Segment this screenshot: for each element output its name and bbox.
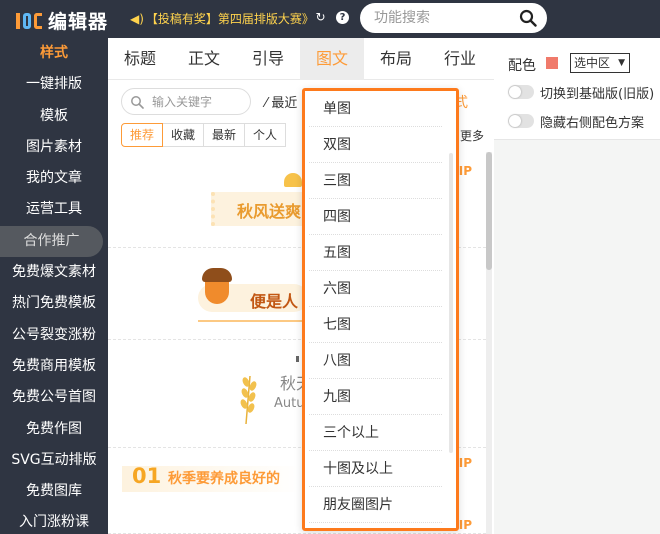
search-icon xyxy=(131,96,144,109)
color-scope-value: 选中区 xyxy=(574,56,611,70)
image-text-dropdown: 单图 双图 三图 四图 五图 六图 七图 八图 九图 三个以上 十图及以上 朋友… xyxy=(302,88,459,531)
menu-item-moments-images[interactable]: 朋友圈图片 xyxy=(309,487,442,523)
filter-latest[interactable]: 最新 xyxy=(203,123,246,147)
sidebar-item-follower-growth[interactable]: 公号裂变涨粉 xyxy=(0,320,108,351)
sidebar-item-style[interactable]: 样式 xyxy=(0,38,108,69)
filter-personal[interactable]: 个人 xyxy=(244,123,287,147)
menu-item-ten-plus-images[interactable]: 十图及以上 xyxy=(309,451,442,487)
tab-layout[interactable]: 布局 xyxy=(364,38,428,80)
menu-item-five-images[interactable]: 五图 xyxy=(309,235,442,271)
category-tabs: 标题 正文 引导 图文 布局 行业 xyxy=(108,38,494,80)
template-title: 便是人 xyxy=(250,292,299,311)
refresh-icon[interactable]: ↻ xyxy=(314,11,327,24)
filter-tabs: 推荐 收藏 最新 个人 xyxy=(121,123,287,147)
dropdown-scrollbar[interactable] xyxy=(449,153,453,453)
tab-industry[interactable]: 行业 xyxy=(428,38,492,80)
menu-item-single-image[interactable]: 单图 xyxy=(309,91,442,127)
sidebar-item-hot-free-templates[interactable]: 热门免费模板 xyxy=(0,288,108,319)
sidebar-item-free-design[interactable]: 免费作图 xyxy=(0,414,108,445)
announcement-text: 【投稿有奖】第四届排版大赛》 xyxy=(145,12,314,26)
top-header: 编辑器 ◀) 【投稿有奖】第四届排版大赛》 ↻ ? xyxy=(0,0,660,38)
color-swatch[interactable] xyxy=(546,57,558,69)
function-search-input[interactable] xyxy=(374,9,514,27)
menu-item-eight-images[interactable]: 八图 xyxy=(309,343,442,379)
template-title: 秋风送爽 xyxy=(237,202,302,221)
magic-wand-icon: ⁄ xyxy=(265,96,268,111)
acorn-cap-icon xyxy=(202,268,232,282)
menu-item-more-than-three[interactable]: 三个以上 xyxy=(309,415,442,451)
sidebar-item-free-commercial-templates[interactable]: 免费商用模板 xyxy=(0,351,108,382)
toggle-switch[interactable] xyxy=(508,114,534,128)
help-icon[interactable]: ? xyxy=(336,11,349,24)
chevron-down-icon: ▼ xyxy=(618,58,625,68)
sidebar-item-free-viral-assets[interactable]: 免费爆文素材 xyxy=(0,257,108,288)
tab-image-text[interactable]: 图文 xyxy=(300,38,364,80)
recent-button[interactable]: ⁄ 最近 xyxy=(265,92,297,111)
template-divider xyxy=(198,320,308,322)
color-scope-select[interactable]: 选中区 ▼ xyxy=(570,53,630,73)
keyword-search xyxy=(121,88,251,115)
keyword-search-input[interactable] xyxy=(152,93,244,111)
tab-body[interactable]: 正文 xyxy=(172,38,236,80)
sidebar-item-image-assets[interactable]: 图片素材 xyxy=(0,132,108,163)
logo-icon xyxy=(14,10,44,32)
sidebar-item-ops-tools[interactable]: 运营工具 xyxy=(0,194,108,225)
recent-label: 最近 xyxy=(271,96,298,111)
menu-item-seven-images[interactable]: 七图 xyxy=(309,307,442,343)
sidebar-item-templates[interactable]: 模板 xyxy=(0,101,108,132)
template-title: 秋季要养成良好的 xyxy=(168,471,280,487)
speaker-icon: ◀) xyxy=(130,11,144,26)
toggle-basic-version-row[interactable]: 切换到基础版(旧版) xyxy=(508,82,654,102)
left-sidebar: 样式 一键排版 模板 图片素材 我的文章 运营工具 合作推广 免费爆文素材 热门… xyxy=(0,38,108,534)
color-settings: 配色 选中区 ▼ 切换到基础版(旧版) 隐藏右侧配色方案 xyxy=(494,38,660,140)
sidebar-item-free-cover-images[interactable]: 免费公号首图 xyxy=(0,382,108,413)
tab-title[interactable]: 标题 xyxy=(108,38,172,80)
panel-scroll-thumb[interactable] xyxy=(486,152,492,270)
menu-item-four-images[interactable]: 四图 xyxy=(309,199,442,235)
menu-item-two-images[interactable]: 双图 xyxy=(309,127,442,163)
decor-mark xyxy=(296,356,299,362)
search-icon[interactable] xyxy=(519,9,537,27)
sidebar-item-one-click-layout[interactable]: 一键排版 xyxy=(0,69,108,100)
filter-favorites[interactable]: 收藏 xyxy=(162,123,205,147)
announcement-link[interactable]: ◀) 【投稿有奖】第四届排版大赛》 xyxy=(130,10,314,27)
panel-scrollbar[interactable] xyxy=(486,152,492,534)
template-subtitle: Autu xyxy=(274,396,305,411)
color-label: 配色 xyxy=(508,58,536,74)
tab-guide[interactable]: 引导 xyxy=(236,38,300,80)
logo[interactable]: 编辑器 xyxy=(14,7,108,34)
sidebar-item-partnership[interactable]: 合作推广 xyxy=(0,225,103,258)
wheat-icon xyxy=(240,375,257,425)
toggle-hide-colors-label: 隐藏右侧配色方案 xyxy=(540,115,645,131)
logo-text: 编辑器 xyxy=(48,11,109,33)
leaf-icon xyxy=(284,173,302,187)
sidebar-item-my-articles[interactable]: 我的文章 xyxy=(0,163,108,194)
filter-recommended[interactable]: 推荐 xyxy=(121,123,164,147)
toggle-hide-colors-row[interactable]: 隐藏右侧配色方案 xyxy=(508,111,644,131)
sidebar-item-beginner-course[interactable]: 入门涨粉课 xyxy=(0,507,108,534)
toggle-switch[interactable] xyxy=(508,85,534,99)
toggle-basic-version-label: 切换到基础版(旧版) xyxy=(540,86,655,102)
more-link[interactable]: 更多 xyxy=(460,127,484,144)
sidebar-item-svg-interactive[interactable]: SVG互动排版 xyxy=(0,445,108,476)
function-search xyxy=(360,3,547,33)
sidebar-item-free-gallery[interactable]: 免费图库 xyxy=(0,476,108,507)
template-number: 01 xyxy=(132,464,162,488)
menu-item-three-images[interactable]: 三图 xyxy=(309,163,442,199)
menu-item-nine-images[interactable]: 九图 xyxy=(309,379,442,415)
right-panel: 配色 选中区 ▼ 切换到基础版(旧版) 隐藏右侧配色方案 xyxy=(494,38,660,534)
menu-item-six-images[interactable]: 六图 xyxy=(309,271,442,307)
